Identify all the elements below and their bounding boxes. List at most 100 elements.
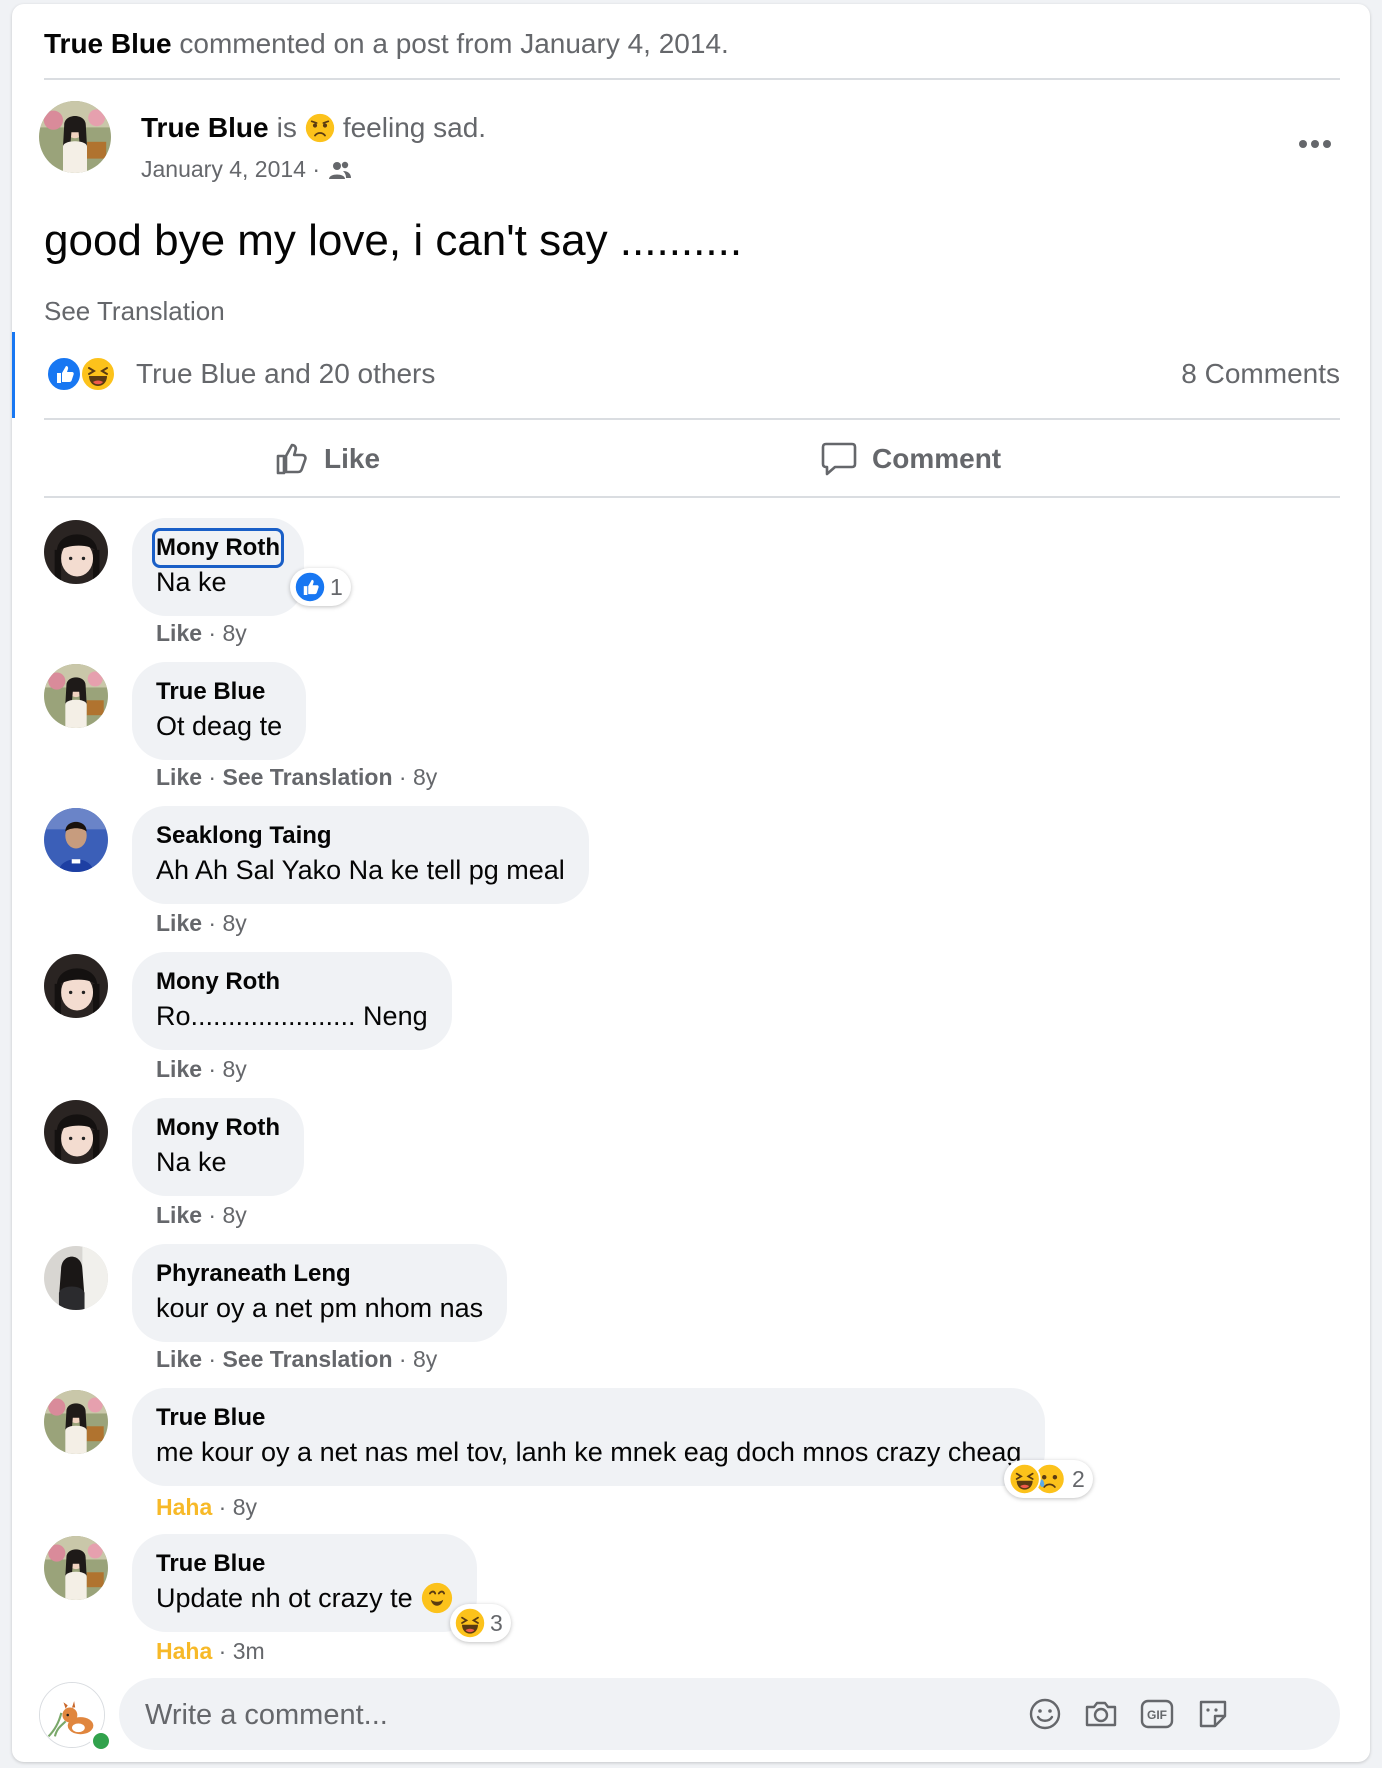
comment-meta: Like · 8y	[156, 1056, 247, 1083]
commenter-name[interactable]: Mony Roth	[156, 966, 428, 998]
comment-action-link[interactable]: Like	[156, 764, 202, 790]
comment-text: Na ke	[156, 1144, 280, 1180]
post-date-line: January 4, 2014 ·	[141, 156, 352, 183]
post-date[interactable]: January 4, 2014 ·	[141, 156, 320, 183]
like-icon	[294, 571, 326, 603]
commenter-name[interactable]: True Blue	[156, 1402, 1021, 1434]
comment-text: kour oy a net pm nhom nas	[156, 1290, 483, 1326]
haha-icon	[80, 356, 116, 392]
reaction-count: 1	[330, 573, 343, 600]
smiling-face-icon	[421, 1582, 452, 1614]
commenter-avatar[interactable]	[44, 1536, 108, 1600]
comment-text-value: Ah Ah Sal Yako Na ke tell pg meal	[156, 855, 565, 885]
like-label: Like	[324, 443, 381, 474]
comment-reactions[interactable]: 1	[290, 568, 351, 606]
comment-meta: Like · See Translation · 8y	[156, 1346, 437, 1373]
gif-icon[interactable]: GIF	[1139, 1696, 1175, 1732]
commenter-name[interactable]: Phyraneath Leng	[156, 1258, 483, 1290]
post-author-name[interactable]: True Blue	[141, 112, 269, 144]
comment-haha-link[interactable]: Haha	[156, 1494, 212, 1520]
reaction-icons	[46, 356, 116, 392]
comment-action-link[interactable]: See Translation	[222, 1346, 392, 1372]
divider	[44, 418, 1340, 420]
online-status-dot	[90, 1730, 112, 1752]
reactions-text[interactable]: True Blue and 20 others	[136, 358, 435, 390]
haha-icon	[454, 1607, 486, 1639]
commenter-avatar[interactable]	[44, 954, 108, 1018]
emoji-icon[interactable]	[1027, 1696, 1063, 1732]
comment-item: True Blue Update nh ot crazy te 3 Haha ·…	[44, 1534, 1340, 1674]
reactions-summary[interactable]: True Blue and 20 others 8 Comments	[12, 332, 1370, 418]
comment-item: Seaklong Taing Ah Ah Sal Yako Na ke tell…	[44, 806, 1340, 946]
comment-label: Comment	[872, 443, 1002, 474]
post-see-translation-link[interactable]: See Translation	[44, 296, 225, 327]
activity-actor[interactable]: True Blue	[44, 28, 172, 59]
comment-meta: Like · 8y	[156, 620, 247, 647]
post-author-avatar[interactable]	[39, 101, 111, 173]
comment-text-value: Na ke	[156, 567, 227, 597]
comment-bubble: Seaklong Taing Ah Ah Sal Yako Na ke tell…	[132, 806, 589, 904]
comment-action-link[interactable]: Like	[156, 1346, 202, 1372]
comment-icon	[821, 442, 857, 476]
commenter-name[interactable]: Seaklong Taing	[156, 820, 565, 852]
comment-meta: Like · See Translation · 8y	[156, 764, 437, 791]
commenter-avatar[interactable]	[44, 1246, 108, 1310]
comment-bubble: True Blue Update nh ot crazy te	[132, 1534, 477, 1632]
comment-text-value: me kour oy a net nas mel tov, lanh ke mn…	[156, 1437, 1022, 1467]
comment-reactions[interactable]: 2	[1004, 1460, 1093, 1498]
friends-icon	[329, 161, 352, 179]
comment-bubble: Phyraneath Leng kour oy a net pm nhom na…	[132, 1244, 508, 1342]
comment-meta-text: · 8y	[202, 620, 247, 646]
like-icon	[46, 356, 82, 392]
comment-text: me kour oy a net nas mel tov, lanh ke mn…	[156, 1434, 1021, 1470]
commenter-avatar[interactable]	[44, 1100, 108, 1164]
comment-button[interactable]: Comment	[820, 422, 1001, 496]
comment-item: Mony Roth Na ke Like · 8y	[44, 1098, 1340, 1238]
more-icon[interactable]	[1298, 136, 1332, 154]
comment-reactions[interactable]: 3	[450, 1604, 511, 1642]
thumbs-up-icon	[276, 443, 307, 475]
comment-action-link[interactable]: Like	[156, 620, 202, 646]
reaction-count: 3	[490, 1609, 503, 1636]
comment-meta: Like · 8y	[156, 1202, 247, 1229]
comment-meta-text: ·	[202, 764, 223, 790]
commenter-name[interactable]: Mony Roth	[152, 528, 284, 568]
comment-bubble: True Blue Ot deag te	[132, 662, 307, 760]
comment-meta-text: · 8y	[202, 1202, 247, 1228]
commenter-name[interactable]: True Blue	[156, 676, 282, 708]
commenter-avatar[interactable]	[44, 664, 108, 728]
comment-meta-text: · 8y	[202, 910, 247, 936]
camera-icon[interactable]	[1083, 1696, 1119, 1732]
comment-text-value: Ot deag te	[156, 711, 283, 741]
comment-text: Na ke	[156, 564, 280, 600]
comment-action-link[interactable]: See Translation	[222, 764, 392, 790]
like-button[interactable]: Like	[274, 422, 380, 496]
comment-input[interactable]	[143, 1678, 967, 1752]
comment-item: Phyraneath Leng kour oy a net pm nhom na…	[44, 1244, 1340, 1384]
comment-bubble: Mony Roth Ro...................... Neng	[132, 952, 452, 1050]
commenter-avatar[interactable]	[44, 520, 108, 584]
comments-count[interactable]: 8 Comments	[1181, 358, 1340, 390]
commenter-name[interactable]: True Blue	[156, 1548, 453, 1580]
comment-item: True Blue me kour oy a net nas mel tov, …	[44, 1388, 1340, 1528]
comment-text: Update nh ot crazy te	[156, 1580, 453, 1616]
comment-item: Mony Roth Ro...................... Neng …	[44, 952, 1340, 1092]
reaction-icons	[1008, 1463, 1066, 1495]
comment-meta-text: · 3m	[212, 1638, 265, 1664]
haha-icon	[1008, 1463, 1041, 1495]
post-author-line: True Blue is feeling sad.	[141, 112, 486, 144]
comment-action-link[interactable]: Like	[156, 1056, 202, 1082]
comment-text: Ah Ah Sal Yako Na ke tell pg meal	[156, 852, 565, 888]
commenter-avatar[interactable]	[44, 1390, 108, 1454]
comment-haha-link[interactable]: Haha	[156, 1638, 212, 1664]
comment-action-link[interactable]: Like	[156, 1202, 202, 1228]
commenter-name[interactable]: Mony Roth	[156, 1112, 280, 1144]
post-feeling: feeling sad.	[342, 112, 487, 143]
activity-text: commented on a post from January 4, 2014…	[179, 28, 729, 59]
comment-meta: Like · 8y	[156, 910, 247, 937]
commenter-avatar[interactable]	[44, 808, 108, 872]
comment-meta: Haha · 8y	[156, 1494, 257, 1521]
focus-marker	[12, 332, 15, 418]
sticker-icon[interactable]	[1195, 1696, 1231, 1732]
comment-action-link[interactable]: Like	[156, 910, 202, 936]
